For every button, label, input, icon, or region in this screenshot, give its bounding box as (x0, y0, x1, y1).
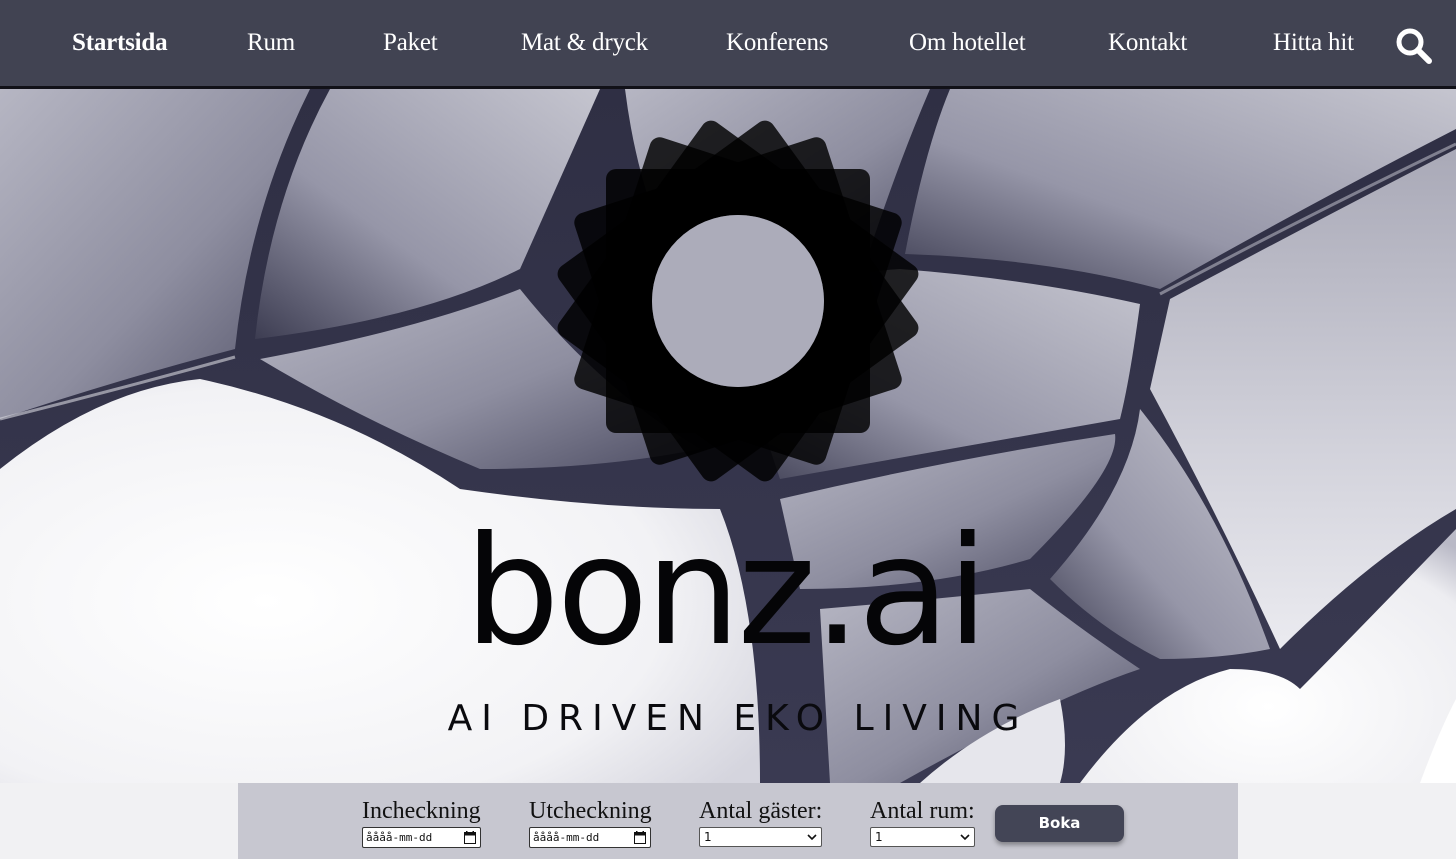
search-button[interactable] (1394, 26, 1434, 66)
nav-item-om-hotellet[interactable]: Om hotellet (909, 0, 1026, 86)
rooms-label: Antal rum: (870, 798, 975, 824)
nav-item-mat-dryck[interactable]: Mat & dryck (521, 0, 648, 86)
hero-banner: bonz.ai AI DRIVEN EKO LIVING (0, 89, 1456, 783)
nav-item-startsida[interactable]: Startsida (72, 0, 168, 86)
checkin-label: Incheckning (362, 798, 481, 824)
checkin-date-input[interactable]: åååå-mm-dd (362, 827, 481, 848)
checkout-date-input[interactable]: åååå-mm-dd (529, 827, 651, 848)
book-button[interactable]: Boka (995, 805, 1124, 842)
main-navigation: Startsida Rum Paket Mat & dryck Konferen… (0, 0, 1456, 89)
nav-item-kontakt[interactable]: Kontakt (1108, 0, 1187, 86)
guests-selected-value: 1 (704, 830, 712, 844)
bonz-sun-logo-icon (557, 120, 919, 482)
guests-select[interactable]: 1 (699, 827, 822, 847)
checkout-date-value: åååå-mm-dd (533, 831, 600, 844)
checkout-label: Utcheckning (529, 798, 652, 824)
checkin-date-value: åååå-mm-dd (366, 831, 433, 844)
guests-label: Antal gäster: (699, 798, 823, 824)
rooms-selected-value: 1 (875, 830, 883, 844)
nav-item-hitta-hit[interactable]: Hitta hit (1273, 0, 1354, 86)
chevron-down-icon (807, 834, 817, 841)
rooms-field: Antal rum: 1 (870, 797, 975, 847)
guests-field: Antal gäster: 1 (699, 797, 822, 847)
nav-item-paket[interactable]: Paket (383, 0, 438, 86)
checkout-field: Utcheckning åååå-mm-dd (529, 797, 652, 848)
brand-tagline: AI DRIVEN EKO LIVING (447, 698, 1029, 739)
brand-wordmark: bonz.ai (464, 505, 988, 679)
calendar-icon[interactable] (634, 831, 646, 844)
chevron-down-icon (960, 834, 970, 841)
search-icon (1396, 28, 1432, 64)
calendar-icon[interactable] (464, 831, 476, 844)
nav-item-rum[interactable]: Rum (247, 0, 295, 86)
booking-form: Incheckning åååå-mm-dd Utcheckning åååå-… (238, 783, 1238, 859)
rooms-select[interactable]: 1 (870, 827, 975, 847)
nav-item-konferens[interactable]: Konferens (726, 0, 829, 86)
checkin-field: Incheckning åååå-mm-dd (362, 797, 481, 848)
